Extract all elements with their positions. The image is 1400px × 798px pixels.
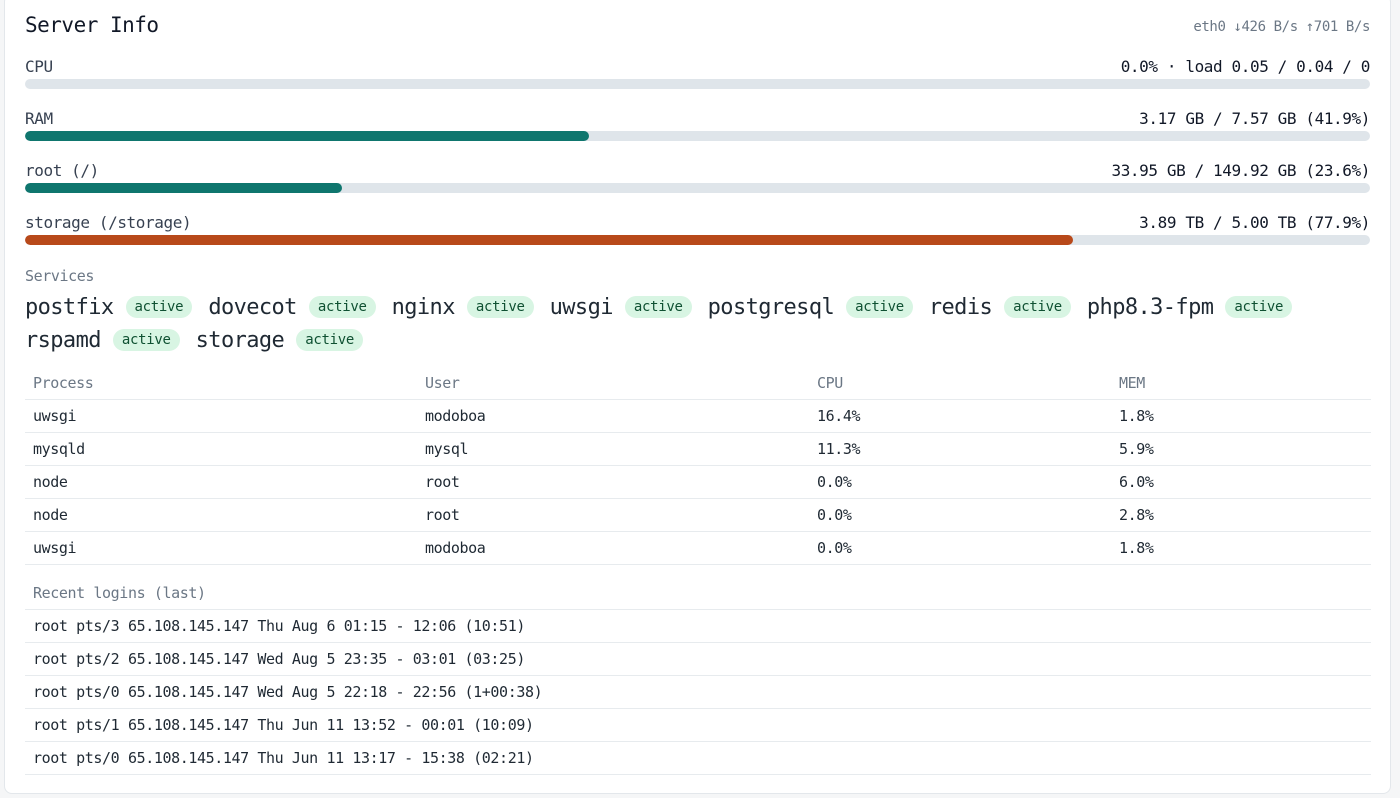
meter-label: CPU bbox=[25, 57, 53, 76]
process-mem: 1.8% bbox=[1111, 531, 1371, 565]
logins-header: Recent logins (last) bbox=[25, 577, 1371, 610]
process-cpu: 0.0% bbox=[809, 465, 1111, 499]
meter-fill bbox=[25, 235, 1073, 245]
table-row: mysqld mysql 11.3% 5.9% bbox=[25, 432, 1371, 466]
status-badge: active bbox=[466, 296, 534, 318]
process-cpu: 0.0% bbox=[809, 531, 1111, 565]
service-name: dovecot bbox=[208, 294, 297, 320]
service-name: php8.3-fpm bbox=[1086, 294, 1214, 320]
column-header-cpu: CPU bbox=[809, 367, 1111, 400]
meter-bar bbox=[25, 235, 1370, 245]
meter-root-disk: root (/) 33.95 GB / 149.92 GB (23.6%) bbox=[25, 161, 1370, 201]
table-row: uwsgi modoboa 16.4% 1.8% bbox=[25, 399, 1371, 433]
service-item: php8.3-fpm active bbox=[1086, 293, 1293, 321]
service-item: postfix active bbox=[25, 293, 193, 321]
service-item: rspamd active bbox=[25, 326, 180, 354]
process-user: modoboa bbox=[417, 399, 809, 433]
service-name: redis bbox=[928, 294, 993, 320]
meter-label: RAM bbox=[25, 109, 53, 128]
meter-fill bbox=[25, 131, 589, 141]
process-user: root bbox=[417, 465, 809, 499]
login-entry: root pts/3 65.108.145.147 Thu Aug 6 01:1… bbox=[25, 609, 1371, 643]
meter-bar bbox=[25, 79, 1370, 89]
table-row: root pts/0 65.108.145.147 Thu Jun 11 13:… bbox=[25, 741, 1371, 775]
service-item: dovecot active bbox=[208, 293, 376, 321]
process-cpu: 11.3% bbox=[809, 432, 1111, 466]
service-name: postfix bbox=[25, 294, 114, 320]
services-label: Services bbox=[25, 267, 95, 285]
page-title: Server Info bbox=[25, 13, 159, 37]
process-cpu: 0.0% bbox=[809, 498, 1111, 532]
status-badge: active bbox=[296, 329, 363, 351]
table-row: node root 0.0% 6.0% bbox=[25, 465, 1371, 499]
meter-bar bbox=[25, 131, 1370, 141]
login-entry: root pts/0 65.108.145.147 Thu Jun 11 13:… bbox=[25, 741, 1371, 775]
meter-value: 3.17 GB / 7.57 GB (41.9%) bbox=[1139, 109, 1370, 128]
login-entry: root pts/0 65.108.145.147 Wed Aug 5 22:1… bbox=[25, 675, 1371, 709]
table-row: root pts/2 65.108.145.147 Wed Aug 5 23:3… bbox=[25, 642, 1371, 676]
process-name: mysqld bbox=[25, 432, 417, 466]
process-mem: 5.9% bbox=[1111, 432, 1371, 466]
service-name: uwsgi bbox=[549, 294, 614, 320]
table-row: root pts/3 65.108.145.147 Thu Aug 6 01:1… bbox=[25, 609, 1371, 643]
meter-value: 3.89 TB / 5.00 TB (77.9%) bbox=[1139, 213, 1370, 232]
meter-bar bbox=[25, 183, 1370, 193]
process-table: Process User CPU MEM uwsgi modoboa 16.4%… bbox=[25, 367, 1371, 565]
service-item: postgresql active bbox=[708, 293, 913, 321]
service-item: nginx active bbox=[392, 293, 534, 321]
status-badge: active bbox=[112, 329, 180, 351]
table-row: uwsgi modoboa 0.0% 1.8% bbox=[25, 531, 1371, 565]
process-cpu: 16.4% bbox=[809, 399, 1111, 433]
table-header-row: Recent logins (last) bbox=[25, 577, 1371, 610]
process-mem: 1.8% bbox=[1111, 399, 1371, 433]
column-header-user: User bbox=[417, 367, 809, 400]
meter-fill bbox=[25, 183, 343, 193]
process-mem: 6.0% bbox=[1111, 465, 1371, 499]
meter-value: 33.95 GB / 149.92 GB (23.6%) bbox=[1111, 161, 1370, 180]
process-user: root bbox=[417, 498, 809, 532]
table-row: root pts/0 65.108.145.147 Wed Aug 5 22:1… bbox=[25, 675, 1371, 709]
meter-label: root (/) bbox=[25, 161, 99, 180]
column-header-process: Process bbox=[25, 367, 417, 400]
service-name: postgresql bbox=[707, 294, 835, 320]
network-speed: eth0 ↓426 B/s ↑701 B/s bbox=[1193, 19, 1370, 35]
meter-label: storage (/storage) bbox=[25, 213, 192, 232]
service-item: redis active bbox=[929, 293, 1071, 321]
process-user: modoboa bbox=[417, 531, 809, 565]
login-entry: root pts/1 65.108.145.147 Thu Jun 11 13:… bbox=[25, 708, 1371, 742]
login-entry: root pts/2 65.108.145.147 Wed Aug 5 23:3… bbox=[25, 642, 1371, 676]
service-name: storage bbox=[195, 327, 285, 353]
column-header-mem: MEM bbox=[1111, 367, 1371, 400]
process-name: uwsgi bbox=[25, 399, 417, 433]
services-list: postfix active dovecot active nginx acti… bbox=[25, 293, 1370, 354]
service-name: rspamd bbox=[25, 327, 101, 353]
status-badge: active bbox=[308, 296, 376, 318]
process-name: node bbox=[25, 465, 417, 499]
status-badge: active bbox=[1004, 296, 1071, 318]
logins-table: Recent logins (last) root pts/3 65.108.1… bbox=[25, 577, 1371, 775]
process-user: mysql bbox=[417, 432, 809, 466]
server-info-panel: Server Info eth0 ↓426 B/s ↑701 B/s CPU 0… bbox=[4, 0, 1391, 794]
service-item: uwsgi active bbox=[550, 293, 692, 321]
table-row: root pts/1 65.108.145.147 Thu Jun 11 13:… bbox=[25, 708, 1371, 742]
service-name: nginx bbox=[391, 294, 456, 320]
status-badge: active bbox=[624, 296, 692, 318]
meter-cpu: CPU 0.0% · load 0.05 / 0.04 / 0 bbox=[25, 57, 1370, 97]
process-name: uwsgi bbox=[25, 531, 417, 565]
service-item: storage active bbox=[196, 326, 363, 354]
process-name: node bbox=[25, 498, 417, 532]
meter-ram: RAM 3.17 GB / 7.57 GB (41.9%) bbox=[25, 109, 1370, 149]
panel-header: Server Info eth0 ↓426 B/s ↑701 B/s bbox=[25, 13, 1370, 43]
process-mem: 2.8% bbox=[1111, 498, 1371, 532]
meter-value: 0.0% · load 0.05 / 0.04 / 0 bbox=[1120, 57, 1371, 76]
status-badge: active bbox=[846, 296, 913, 318]
table-header-row: Process User CPU MEM bbox=[25, 367, 1371, 400]
meter-storage-disk: storage (/storage) 3.89 TB / 5.00 TB (77… bbox=[25, 213, 1370, 253]
table-row: node root 0.0% 2.8% bbox=[25, 498, 1371, 532]
status-badge: active bbox=[1225, 296, 1293, 318]
status-badge: active bbox=[125, 296, 193, 318]
